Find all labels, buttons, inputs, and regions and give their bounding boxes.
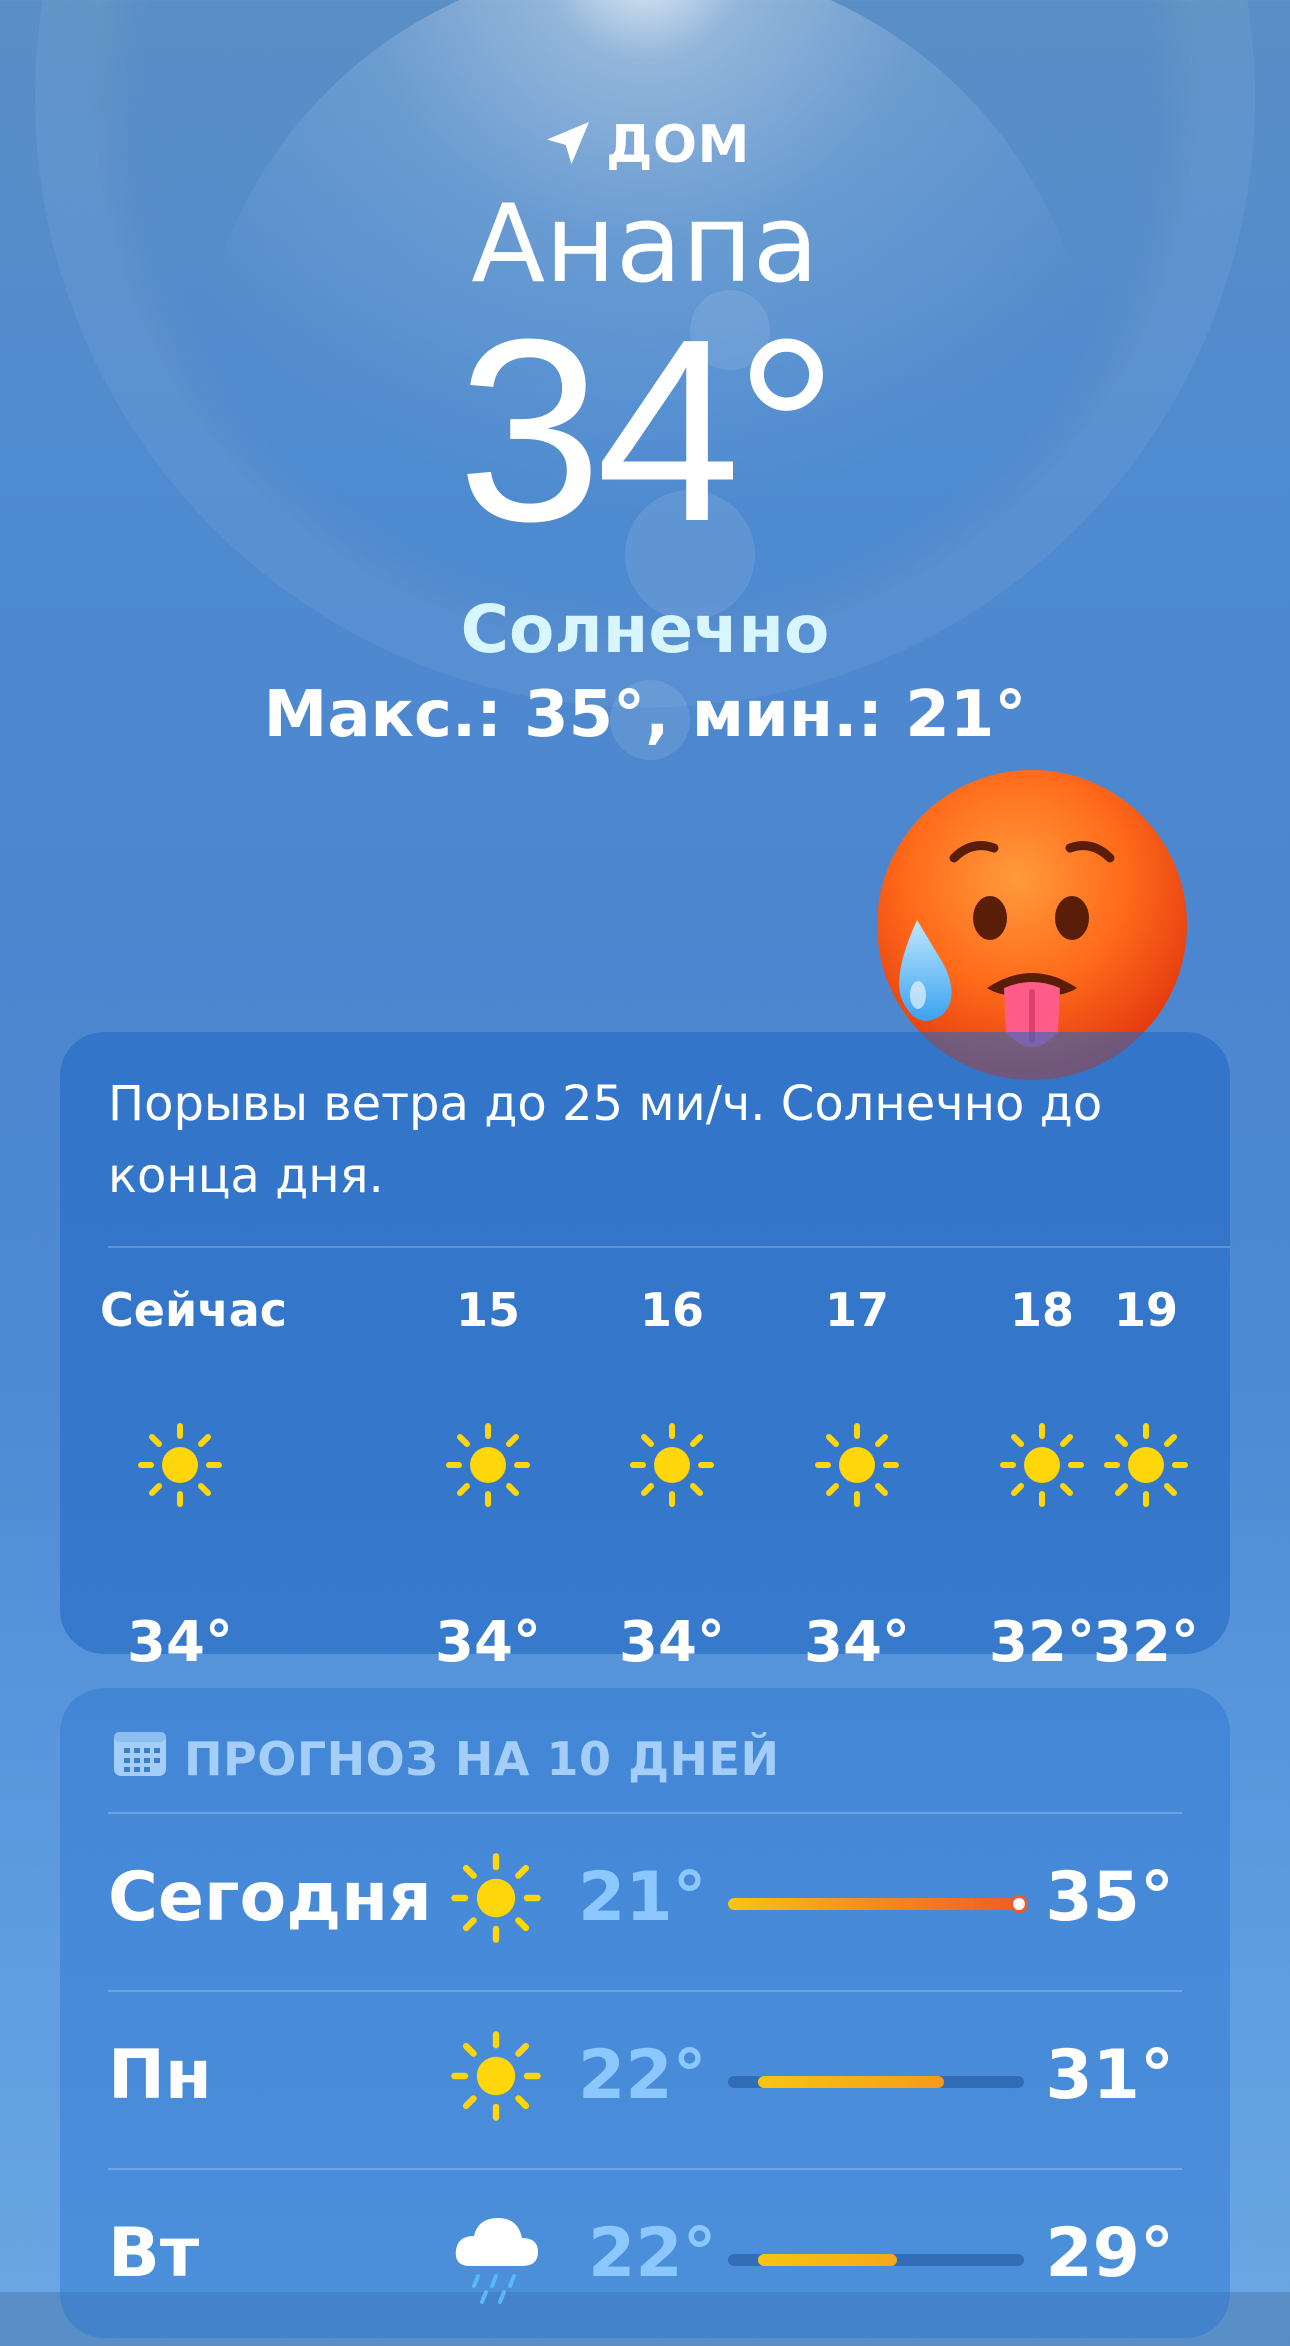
city-name: Анапа [471, 182, 819, 307]
current-temperature: 34° [457, 286, 838, 577]
hour-item: 17 34° [777, 1280, 937, 1675]
day-name: Пн [108, 2036, 212, 2115]
ten-day-title: ПРОГНОЗ НА 10 ДНЕЙ [184, 1731, 780, 1786]
divider [108, 1246, 1230, 1248]
hour-label: 16 [639, 1283, 704, 1337]
day-low-temp: 22° [588, 2214, 717, 2293]
location-label: ДОМ [606, 115, 750, 175]
sun-icon [592, 1420, 752, 1510]
weather-header: ДОМ Анапа 34° Солнечно Макс.: 35°, мин.:… [0, 110, 1290, 752]
hour-item: 15 34° [408, 1280, 568, 1675]
hour-temperature: 34° [804, 1610, 910, 1675]
day-high-temp: 29° [1045, 2214, 1174, 2293]
temperature-range-bar [728, 2076, 1024, 2088]
day-name: Сегодня [108, 1858, 432, 1937]
day-row[interactable]: Вт 22° 29° [108, 2170, 1174, 2346]
temperature-range-fill [757, 2254, 897, 2266]
current-temp-marker [1010, 1895, 1028, 1913]
day-low-temp: 21° [578, 1858, 707, 1937]
day-row[interactable]: Пн 22° 31° [108, 1992, 1174, 2168]
temperature-range-fill [757, 2076, 945, 2088]
sun-icon [448, 2028, 544, 2124]
temperature-range-bar [728, 2254, 1024, 2266]
hour-temperature: 34° [127, 1610, 233, 1675]
cloud-rain-icon [448, 2206, 544, 2304]
hour-temperature: 32° [1093, 1610, 1199, 1675]
hour-label: 17 [824, 1283, 889, 1337]
hour-temperature: 34° [435, 1610, 541, 1675]
day-high-temp: 31° [1045, 2036, 1174, 2115]
sun-icon [448, 1850, 544, 1946]
calendar-icon [112, 1728, 168, 1789]
hour-label: 19 [1113, 1283, 1178, 1337]
sun-icon [408, 1420, 568, 1510]
temperature-range-bar [728, 1895, 1028, 1913]
hourly-forecast-card[interactable]: Порывы ветра до 25 ми/ч. Солнечно до кон… [60, 1032, 1230, 1675]
ten-day-forecast-card[interactable]: ПРОГНОЗ НА 10 ДНЕЙ Сегодня 21° 35° Пн 22… [60, 1688, 1230, 2338]
current-condition: Солнечно [460, 591, 830, 669]
hour-temperature: 34° [619, 1610, 725, 1675]
sun-icon [1066, 1420, 1226, 1510]
location-arrow-icon [540, 115, 596, 175]
sun-icon [100, 1420, 260, 1510]
location-row[interactable]: ДОМ [0, 110, 1290, 180]
forecast-summary: Порывы ветра до 25 ми/ч. Солнечно до кон… [108, 1076, 1103, 1204]
hour-label: Сейчас [100, 1283, 288, 1337]
hour-label: 15 [455, 1283, 520, 1337]
temperature-range-fill [728, 1898, 1024, 1910]
hour-item: 16 34° [592, 1280, 752, 1675]
ten-day-header: ПРОГНОЗ НА 10 ДНЕЙ [112, 1728, 779, 1789]
hour-item: 19 32° [1066, 1280, 1226, 1675]
sun-icon [777, 1420, 937, 1510]
hour-item: Сейчас 34° [100, 1280, 288, 1675]
day-low-temp: 22° [578, 2036, 707, 2115]
day-row[interactable]: Сегодня 21° 35° [108, 1814, 1174, 1990]
day-high-temp: 35° [1045, 1858, 1174, 1937]
day-name: Вт [108, 2214, 200, 2293]
high-low-temperature: Макс.: 35°, мин.: 21° [263, 678, 1027, 753]
